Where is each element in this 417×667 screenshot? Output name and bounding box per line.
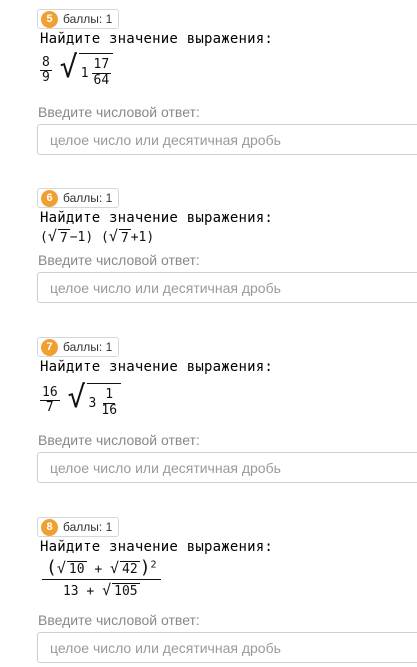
fraction: (√ 10 + √ 42)2 13 + √ 105 (42, 557, 161, 600)
task-8-badge: 8 баллы: 1 (37, 517, 120, 537)
task-6-title: Найдите значение выражения: (40, 210, 273, 226)
answer-label: Введите числовой ответ: (38, 432, 200, 448)
fraction: 8 9 (40, 54, 52, 86)
task-7-title: Найдите значение выражения: (40, 359, 273, 375)
task-7-expression: 16 7 √ 3 1 16 (40, 383, 122, 419)
square-root: √ 3 1 16 (67, 383, 122, 419)
task-5-answer-input[interactable] (37, 124, 417, 155)
task-6-answer-input[interactable] (37, 272, 417, 303)
task-8-answer-input[interactable] (37, 632, 417, 663)
task-7-answer-input[interactable] (37, 452, 417, 483)
task-number: 5 (41, 10, 58, 28)
task-7-badge: 7 баллы: 1 (37, 337, 120, 357)
task-6-badge: 6 баллы: 1 (37, 188, 120, 208)
task-number: 7 (41, 338, 58, 356)
points-label: баллы: 1 (63, 12, 113, 26)
task-5-expression: 8 9 √ 1 17 64 (40, 53, 114, 89)
points-label: баллы: 1 (63, 191, 113, 205)
task-number: 6 (41, 189, 58, 207)
square-root: √ 1 17 64 (60, 53, 114, 89)
task-5-title: Найдите значение выражения: (40, 31, 273, 47)
task-5-badge: 5 баллы: 1 (37, 9, 120, 29)
points-label: баллы: 1 (63, 340, 113, 354)
points-label: баллы: 1 (63, 520, 113, 534)
task-8-title: Найдите значение выражения: (40, 539, 273, 555)
task-8-expression: (√ 10 + √ 42)2 13 + √ 105 (42, 557, 161, 600)
task-number: 8 (41, 518, 58, 536)
answer-label: Введите числовой ответ: (38, 612, 200, 628)
fraction: 16 7 (40, 384, 60, 416)
task-6-expression: (√ 7 −1) (√ 7 +1) (40, 227, 155, 247)
answer-label: Введите числовой ответ: (38, 104, 200, 120)
answer-label: Введите числовой ответ: (38, 252, 200, 268)
